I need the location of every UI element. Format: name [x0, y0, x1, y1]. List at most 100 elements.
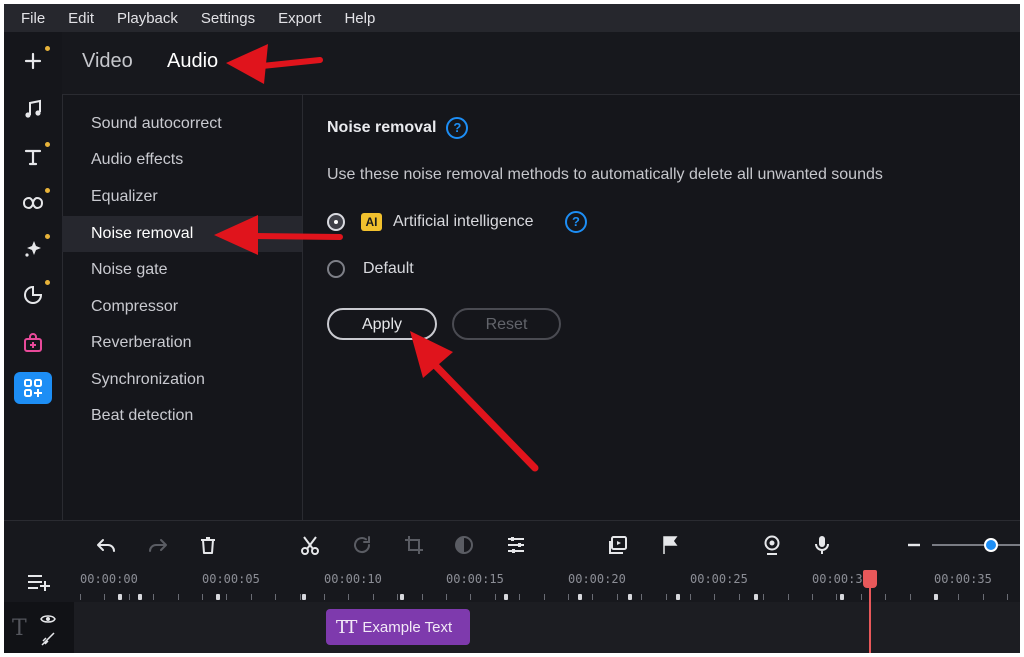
list-item-noise-removal[interactable]: Noise removal: [62, 216, 302, 252]
radio-default[interactable]: [327, 260, 345, 278]
playhead-handle[interactable]: [863, 570, 877, 588]
panel-description: Use these noise removal methods to autom…: [327, 166, 883, 183]
ruler-tick: [373, 594, 374, 600]
ruler-marker[interactable]: [216, 594, 220, 600]
menu-help[interactable]: Help: [344, 10, 375, 27]
option-default-label: Default: [363, 260, 414, 277]
webcam-icon: [764, 535, 780, 555]
ai-badge: AI: [361, 213, 382, 231]
ruler-tick: [397, 594, 398, 600]
menu-export[interactable]: Export: [278, 10, 321, 27]
effects-button[interactable]: [14, 232, 52, 266]
ruler-tick: [910, 594, 911, 600]
tab-audio[interactable]: Audio: [167, 50, 218, 73]
reset-button[interactable]: Reset: [452, 308, 561, 340]
track-type-label: T: [12, 616, 27, 641]
menu-file[interactable]: File: [21, 10, 45, 27]
list-item-noise-gate[interactable]: Noise gate: [62, 252, 302, 288]
list-item-compressor[interactable]: Compressor: [62, 289, 302, 325]
ruler-tick: [153, 594, 154, 600]
text-clip-label: Example Text: [362, 618, 453, 636]
ruler-time-label: 00:00:25: [690, 572, 748, 586]
redo-button[interactable]: [146, 533, 170, 557]
ruler-tick: [104, 594, 105, 600]
webcam-button[interactable]: [760, 533, 784, 557]
notification-dot: [45, 188, 50, 193]
timeline-toolbar: [4, 520, 1020, 569]
cut-button[interactable]: [298, 533, 322, 557]
notification-dot: [45, 46, 50, 51]
ruler-tick: [495, 594, 496, 600]
ruler-time-label: 00:00:3: [812, 572, 863, 586]
add-marker-button[interactable]: [658, 533, 682, 557]
rotate-button[interactable]: [350, 533, 374, 557]
help-icon[interactable]: ?: [565, 211, 587, 233]
crop-button[interactable]: [402, 533, 426, 557]
redo-icon: [149, 539, 167, 552]
ruler-marker[interactable]: [754, 594, 758, 600]
menu-playback[interactable]: Playback: [117, 10, 178, 27]
menu-bar: File Edit Playback Settings Export Help: [4, 4, 1020, 32]
ruler-marker[interactable]: [504, 594, 508, 600]
ruler-marker[interactable]: [118, 594, 122, 600]
zoom-out-button[interactable]: [902, 533, 926, 557]
list-item-reverberation[interactable]: Reverberation: [62, 325, 302, 361]
tab-video[interactable]: Video: [82, 50, 133, 73]
track-lane[interactable]: TT Example Text: [74, 602, 1020, 653]
ruler-tick: [714, 594, 715, 600]
music-button[interactable]: [14, 92, 52, 126]
color-adjust-button[interactable]: [452, 533, 476, 557]
zoom-slider-thumb[interactable]: [984, 538, 998, 552]
slideshow-button[interactable]: [606, 533, 630, 557]
radio-ai[interactable]: [327, 213, 345, 231]
ruler-tick: [1007, 594, 1008, 600]
track-link-toggle[interactable]: [40, 632, 56, 646]
zoom-slider[interactable]: [932, 538, 1020, 552]
list-item-equalizer[interactable]: Equalizer: [62, 179, 302, 215]
add-media-button[interactable]: [14, 44, 52, 78]
left-toolbar: [4, 32, 63, 520]
menu-settings[interactable]: Settings: [201, 10, 255, 27]
radio-option-default[interactable]: Default: [327, 256, 527, 282]
voiceover-button[interactable]: [810, 533, 834, 557]
notification-dot: [45, 234, 50, 239]
microphone-icon: [815, 536, 829, 554]
list-item-audio-effects[interactable]: Audio effects: [62, 142, 302, 178]
store-button[interactable]: [14, 326, 52, 360]
radio-option-ai[interactable]: AI Artificial intelligence ?: [327, 209, 627, 235]
add-track-button[interactable]: [26, 572, 52, 592]
list-item-sound-autocorrect[interactable]: Sound autocorrect: [62, 106, 302, 142]
track-visibility-toggle[interactable]: [40, 612, 56, 624]
text-clip[interactable]: TT Example Text: [326, 609, 470, 645]
ruler-tick: [739, 594, 740, 600]
help-icon[interactable]: ?: [446, 117, 469, 139]
panel-title: Noise removal: [327, 119, 437, 136]
list-item-beat-detection[interactable]: Beat detection: [62, 398, 302, 434]
ruler-time-label: 00:00:20: [568, 572, 626, 586]
ruler-tick: [568, 594, 569, 600]
ruler-tick: [812, 594, 813, 600]
delete-button[interactable]: [196, 533, 220, 557]
ruler-tick: [300, 594, 301, 600]
ruler-marker[interactable]: [578, 594, 582, 600]
menu-edit[interactable]: Edit: [68, 10, 94, 27]
ruler-tick: [422, 594, 423, 600]
ruler-marker[interactable]: [840, 594, 844, 600]
ruler-marker[interactable]: [934, 594, 938, 600]
ruler-marker[interactable]: [628, 594, 632, 600]
ruler-marker[interactable]: [400, 594, 404, 600]
stickers-button[interactable]: [14, 278, 52, 312]
more-tools-button[interactable]: [14, 372, 52, 404]
undo-button[interactable]: [94, 533, 118, 557]
ruler-marker[interactable]: [302, 594, 306, 600]
transitions-button[interactable]: [14, 186, 52, 220]
list-item-synchronization[interactable]: Synchronization: [62, 362, 302, 398]
ruler-marker[interactable]: [676, 594, 680, 600]
ruler-tick: [324, 594, 325, 600]
titles-button[interactable]: [14, 140, 52, 174]
clip-properties-button[interactable]: [504, 533, 528, 557]
ruler-tick: [348, 594, 349, 600]
ruler-time-label: 00:00:35: [934, 572, 992, 586]
ruler-marker[interactable]: [138, 594, 142, 600]
apply-button[interactable]: Apply: [327, 308, 437, 340]
